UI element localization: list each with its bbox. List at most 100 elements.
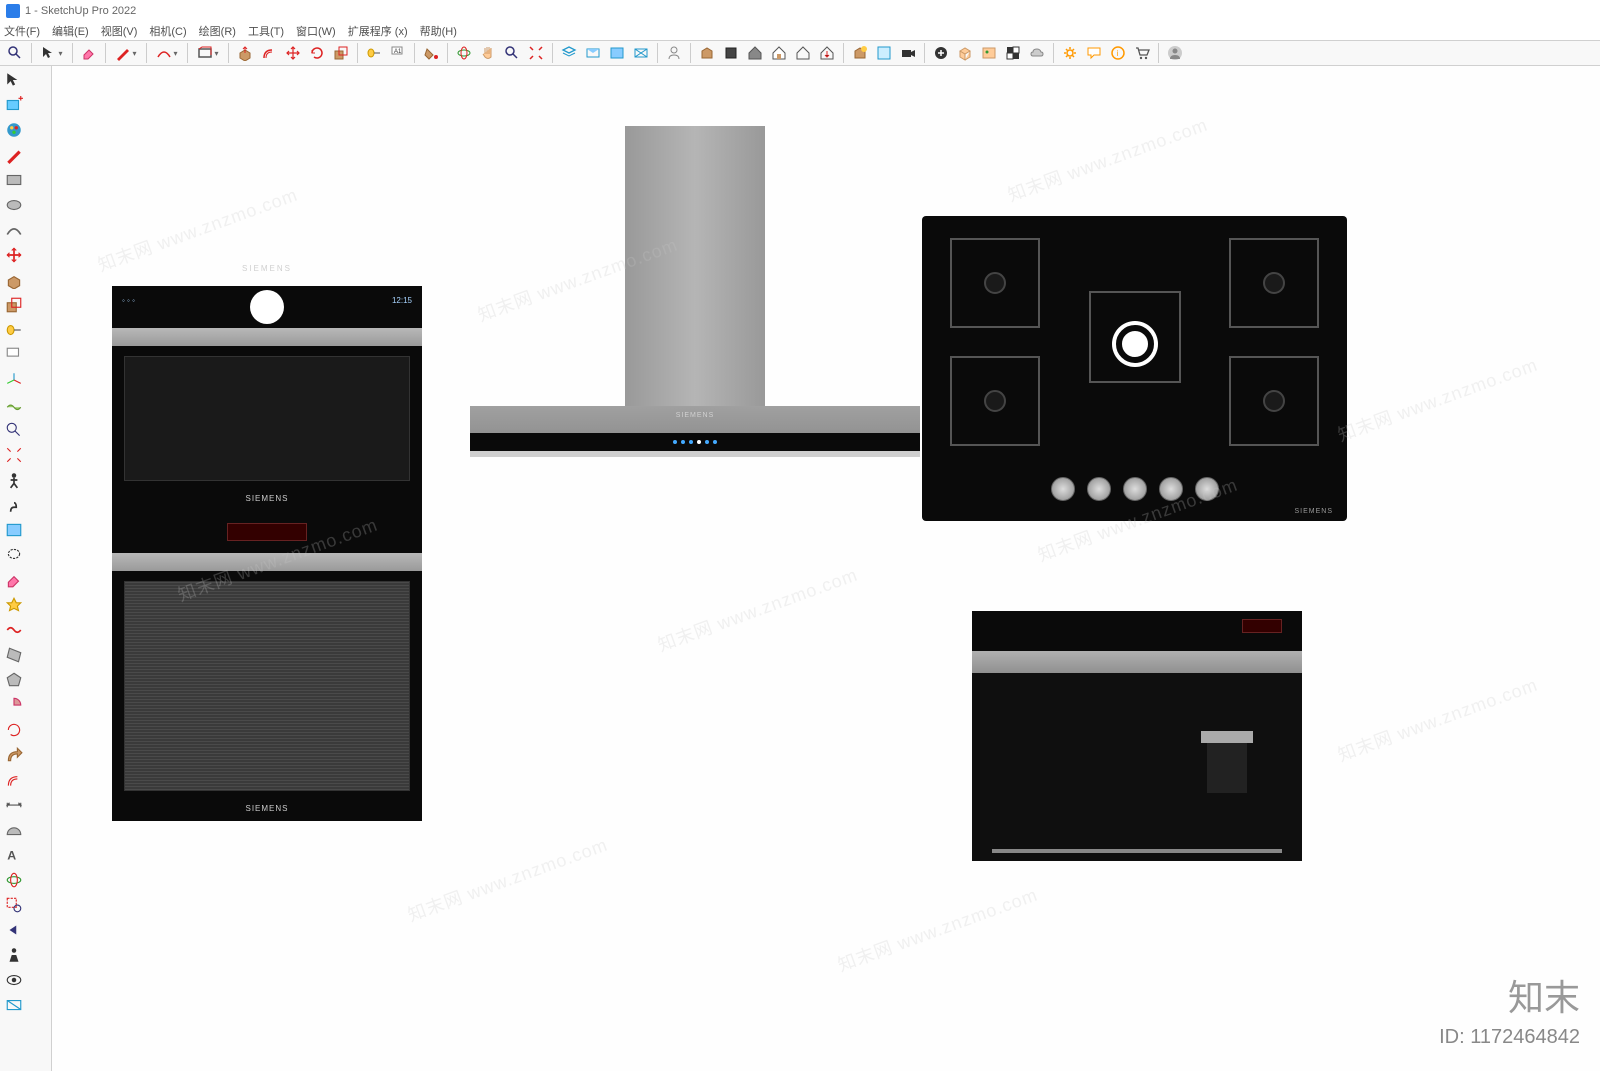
model-range-hood[interactable]: SIEMENS	[470, 126, 920, 457]
3d-box-icon[interactable]	[954, 42, 976, 64]
menu-window[interactable]: 窗口(W)	[296, 23, 336, 39]
paint-bucket-icon[interactable]	[420, 42, 442, 64]
move-icon[interactable]	[2, 243, 26, 267]
push-pull-icon[interactable]	[234, 42, 256, 64]
arc-tool-icon[interactable]	[152, 42, 182, 64]
materials-icon[interactable]	[2, 118, 26, 142]
dimension-icon[interactable]	[2, 793, 26, 817]
3dwarehouse-icon[interactable]	[849, 42, 871, 64]
text-icon[interactable]	[2, 343, 26, 367]
orbit-icon[interactable]	[453, 42, 475, 64]
section-fill-icon[interactable]	[630, 42, 652, 64]
warehouse-box-icon[interactable]	[696, 42, 718, 64]
walk-icon[interactable]	[2, 493, 26, 517]
look-around-icon[interactable]	[2, 968, 26, 992]
rotate-left-icon[interactable]	[2, 718, 26, 742]
select-icon[interactable]	[2, 68, 26, 92]
circle-icon[interactable]	[2, 193, 26, 217]
menu-camera[interactable]: 相机(C)	[149, 23, 186, 39]
axes-icon[interactable]	[2, 368, 26, 392]
polygon-icon[interactable]	[2, 668, 26, 692]
house-outline-icon[interactable]	[792, 42, 814, 64]
sandbox-icon[interactable]	[2, 393, 26, 417]
scale-icon[interactable]	[2, 293, 26, 317]
follow-me-icon[interactable]	[2, 743, 26, 767]
add-location-icon[interactable]	[930, 42, 952, 64]
layers-icon[interactable]	[558, 42, 580, 64]
viewport-3d[interactable]: SIEMENS ◦ ◦ ◦ 12:15 SIEMENS SIEMENS SIEM…	[52, 66, 1600, 1071]
section-plane-left-icon[interactable]	[2, 518, 26, 542]
rotated-rect-icon[interactable]	[2, 643, 26, 667]
3dtext-icon[interactable]: A	[2, 843, 26, 867]
freehand-icon[interactable]	[2, 618, 26, 642]
scale-icon[interactable]	[330, 42, 352, 64]
rectangle-icon[interactable]	[2, 168, 26, 192]
cooktop-knobs	[1051, 477, 1219, 501]
styles-icon[interactable]	[2, 593, 26, 617]
previous-view-icon[interactable]	[2, 918, 26, 942]
rotate-icon[interactable]	[306, 42, 328, 64]
oven-display	[227, 523, 307, 541]
protractor-icon[interactable]	[2, 818, 26, 842]
pencil-line-icon[interactable]	[111, 42, 141, 64]
zoom-extents-icon[interactable]	[525, 42, 547, 64]
zoom-icon[interactable]	[501, 42, 523, 64]
settings-gear-icon[interactable]	[1059, 42, 1081, 64]
menu-help[interactable]: 帮助(H)	[420, 23, 457, 39]
hood-body: SIEMENS	[470, 406, 920, 451]
house-arrow-icon[interactable]	[816, 42, 838, 64]
section-display-icon[interactable]	[606, 42, 628, 64]
camera-icon[interactable]	[897, 42, 919, 64]
section-cut-icon[interactable]	[2, 993, 26, 1017]
select-tool-icon[interactable]	[37, 42, 67, 64]
profile-icon[interactable]	[1164, 42, 1186, 64]
rectangle-tool-icon[interactable]	[193, 42, 223, 64]
menu-edit[interactable]: 编辑(E)	[52, 23, 89, 39]
model-oven-stack[interactable]: SIEMENS ◦ ◦ ◦ 12:15 SIEMENS SIEMENS	[112, 286, 422, 821]
checker-icon[interactable]	[1002, 42, 1024, 64]
chat-icon[interactable]	[1083, 42, 1105, 64]
zoom-extents-left-icon[interactable]	[2, 443, 26, 467]
2pt-arc-icon[interactable]	[2, 218, 26, 242]
zoom-window-icon[interactable]	[2, 893, 26, 917]
house-open-icon[interactable]	[768, 42, 790, 64]
move-icon[interactable]	[282, 42, 304, 64]
show-hidden-icon[interactable]	[873, 42, 895, 64]
oven-icons: ◦ ◦ ◦	[122, 296, 135, 305]
menu-extensions[interactable]: 扩展程序 (x)	[348, 23, 408, 39]
line-icon[interactable]	[2, 143, 26, 167]
tape-measure-icon[interactable]	[363, 42, 385, 64]
offset-left-icon[interactable]	[2, 768, 26, 792]
photo-texture-icon[interactable]	[978, 42, 1000, 64]
user-icon[interactable]	[663, 42, 685, 64]
tape-icon[interactable]	[2, 318, 26, 342]
coffee-tray	[992, 849, 1282, 853]
house-solid-icon[interactable]	[744, 42, 766, 64]
position-camera-icon[interactable]	[2, 943, 26, 967]
orbit-left-icon[interactable]	[2, 868, 26, 892]
menu-draw[interactable]: 绘图(R)	[199, 23, 236, 39]
eraser-icon[interactable]	[78, 42, 100, 64]
lasso-icon[interactable]	[2, 543, 26, 567]
make-component-icon[interactable]	[2, 93, 26, 117]
zoom-left-icon[interactable]	[2, 418, 26, 442]
push-pull-icon[interactable]	[2, 268, 26, 292]
info-icon[interactable]: i	[1107, 42, 1129, 64]
model-gas-cooktop[interactable]: SIEMENS	[922, 216, 1347, 521]
menu-view[interactable]: 视图(V)	[101, 23, 138, 39]
pan-icon[interactable]	[477, 42, 499, 64]
cart-icon[interactable]	[1131, 42, 1153, 64]
component-icon[interactable]	[720, 42, 742, 64]
section-icon[interactable]	[582, 42, 604, 64]
cloud-icon[interactable]	[1026, 42, 1048, 64]
search-icon[interactable]	[4, 42, 26, 64]
eraser-left-icon[interactable]	[2, 568, 26, 592]
text-label-icon[interactable]: A1	[387, 42, 409, 64]
menu-file[interactable]: 文件(F)	[4, 23, 40, 39]
person-icon[interactable]	[2, 468, 26, 492]
watermark-diag: 知末网 www.znzmo.com	[1334, 671, 1541, 768]
menu-tools[interactable]: 工具(T)	[248, 23, 284, 39]
pie-arc-icon[interactable]	[2, 693, 26, 717]
offset-icon[interactable]	[258, 42, 280, 64]
model-coffee-machine[interactable]	[972, 611, 1302, 861]
